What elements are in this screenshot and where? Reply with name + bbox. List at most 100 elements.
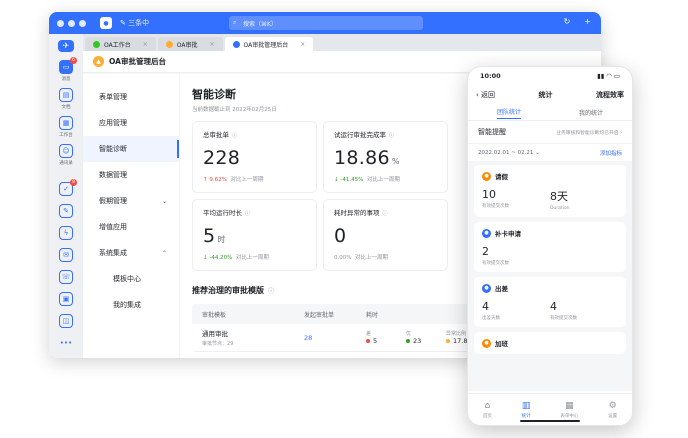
sidebar-item-calendar[interactable]: ▣ (52, 292, 80, 308)
tab-team-stats[interactable]: 团队统计 (496, 107, 521, 119)
metric-card-completion[interactable]: 试运行审批完成率 ⓘ 18.86% ↓ -41.45% 对比上一周期 (323, 121, 448, 193)
smart-reminder-row[interactable]: 智能提醒 业务审核和智能诊断均已开启 › (468, 121, 632, 143)
menu-label: 模板中心 (113, 275, 141, 283)
menu-item-forms[interactable]: 表单管理 (83, 84, 179, 110)
sidebar-item-flash[interactable]: ϟ (52, 226, 80, 242)
metric-change: ↓ -44.20% 对比上一周期 (203, 255, 269, 261)
tab-my-stats[interactable]: 我的统计 (579, 108, 603, 117)
search-icon: ⌕ (233, 19, 237, 26)
sidebar-item-more[interactable]: ••• (52, 336, 80, 352)
stage: ● ✎ 三条中 ⌕ 搜索（⌘K） ↻ + ✈ ▭ 6 消息 ▤ 文档 ▦ 工作台… (0, 0, 688, 438)
history-icon[interactable]: ↻ (564, 17, 571, 26)
stat-card-leave[interactable]: ● 请假 10 有效提交次数 8天 Duration (474, 165, 626, 217)
close-icon[interactable]: × (300, 41, 305, 48)
sidebar-item-app[interactable]: ◫ (52, 314, 80, 330)
sidebar-label: 通讯录 (59, 160, 73, 166)
chevron-up-icon: ⌃ (161, 249, 167, 257)
message-badge: 6 (70, 56, 77, 64)
phone-nav: ‹ 返回 统计 流程效率 (468, 85, 632, 105)
stat-card-punch[interactable]: ● 补卡申请 2 有效提交次数 (474, 222, 626, 272)
metric-card-total[interactable]: 总审批单 ⓘ 228 ↑ 9.62% 对比上一周期 (192, 121, 317, 193)
metric-change: ↓ -41.45% 对比上一周期 (334, 177, 400, 183)
chat-icon: ▭ 6 (59, 56, 77, 74)
menu-item-my-integrations[interactable]: 我的集成 (83, 292, 179, 318)
sidebar-item-phone[interactable]: ☏ (52, 270, 80, 286)
metric-value: 0 (334, 225, 347, 247)
tab-oa-admin[interactable]: OA审批管理后台 × (224, 37, 314, 51)
add-metric-link[interactable]: 添加指标 (600, 149, 622, 157)
sidebar-label: 消息 (61, 76, 71, 82)
menu-item-templates[interactable]: 模板中心 (83, 266, 179, 292)
trip-icon: ● (482, 283, 491, 293)
stat-card-overtime[interactable]: ● 加班 (474, 332, 626, 354)
sidebar-label: 工作台 (59, 132, 73, 138)
back-button[interactable]: ‹ 返回 (476, 90, 495, 100)
menu-item-diagnosis[interactable]: 智能诊断 (83, 136, 179, 162)
tab-icon (165, 40, 173, 48)
add-icon[interactable]: + (584, 17, 591, 26)
user-name: ✎ 三条中 (120, 19, 150, 27)
search-placeholder: 搜索（⌘K） (243, 20, 277, 28)
menu-item-data[interactable]: 数据管理 (83, 162, 179, 188)
more-icon: ••• (59, 339, 73, 347)
close-icon[interactable]: × (210, 41, 215, 48)
menu-item-apps[interactable]: 应用管理 (83, 110, 179, 136)
tab-icon (93, 40, 100, 48)
phone-title: 统计 (538, 91, 553, 99)
mobile-phone: 10:00 ▮▮ ◠ ▭ ‹ 返回 统计 流程效率 团队统计 我的统计 智能提醒… (467, 66, 633, 426)
tab-oa-workbench[interactable]: OA工作台 × (85, 37, 156, 51)
tab-oa-approval[interactable]: OA审批 × (157, 37, 223, 51)
app-icon: ◫ (59, 314, 73, 328)
menu-item-leave[interactable]: 假期管理 ⌄ (83, 188, 179, 214)
app-logo-icon: ✈ (58, 40, 74, 52)
tab-icon (232, 40, 240, 48)
efficiency-link[interactable]: 流程效率 (596, 90, 624, 100)
sidebar-item-approval[interactable]: ✓ 8 (52, 179, 80, 198)
sidebar-item-messages[interactable]: ▭ 6 消息 (52, 56, 80, 82)
avatar[interactable]: ● (100, 17, 112, 29)
bottom-tab-forms[interactable]: ▦ 表单中心 (560, 401, 578, 419)
home-indicator (520, 419, 580, 422)
close-dot[interactable] (57, 19, 64, 27)
sidebar-item-tasks[interactable]: ✎ (52, 204, 80, 220)
bottom-tab-stats[interactable]: ▥ 统计 (522, 401, 531, 419)
menu-label: 智能诊断 (99, 145, 127, 153)
col-template: 审批模板 (202, 311, 227, 319)
approval-icon: ✓ 8 (59, 179, 77, 196)
tab-label: OA审批 (176, 41, 198, 49)
col-count: 发起审批单 (304, 311, 335, 319)
home-icon: ⌂ (484, 400, 491, 411)
row-count-link[interactable]: 28 (304, 334, 366, 342)
menu-item-value-added[interactable]: 增值应用 (83, 214, 179, 240)
edit-icon: ✎ (59, 204, 73, 218)
maximize-dot[interactable] (79, 19, 86, 27)
stats-list: ● 请假 10 有效提交次数 8天 Duration ● 补卡申请 2 有效提交次数 ● 出… (468, 161, 632, 391)
tab-label: OA工作台 (104, 41, 131, 49)
stat-card-trip[interactable]: ● 出差 4 出差天数 4 有效提交次数 (474, 277, 626, 327)
mail-icon: ✉ (59, 248, 73, 262)
search-input[interactable]: ⌕ 搜索（⌘K） (229, 16, 423, 30)
row-template: 通用审批 审批节点：29 (192, 328, 304, 347)
phone-tabs: 团队统计 我的统计 (468, 105, 632, 121)
menu-item-integration[interactable]: 系统集成 ⌃ (83, 240, 179, 266)
status-icons: ▮▮ ◠ ▭ (597, 72, 620, 80)
sidebar-label: 文档 (61, 104, 71, 110)
sidebar-item-workbench[interactable]: ▦ 工作台 (52, 115, 80, 138)
menu-label: 我的集成 (113, 301, 141, 309)
menu-label: 表单管理 (99, 93, 127, 101)
side-menu: 表单管理 应用管理 智能诊断 数据管理 假期管理 ⌄ 增值应用 系统集成 ⌃ 模板中… (83, 74, 179, 358)
doc-icon: ▤ (59, 87, 73, 102)
bottom-tab-settings[interactable]: ⚙ 设置 (608, 401, 617, 419)
sidebar-item-mail[interactable]: ✉ (52, 248, 80, 264)
minimize-dot[interactable] (68, 19, 75, 27)
metric-card-anomalies[interactable]: 耗时异常的事项 ⓘ 0 0.00% 对比上一周期 (323, 199, 448, 271)
bottom-tab-home[interactable]: ⌂ 首页 (483, 401, 492, 419)
close-icon[interactable]: × (143, 41, 148, 48)
date-range[interactable]: 2022.02.01 ~ 02.21 ⌄ (478, 150, 540, 156)
flash-icon: ϟ (59, 226, 73, 240)
sidebar-item-contacts[interactable]: ☺ 通讯录 (52, 143, 80, 166)
menu-label: 假期管理 (99, 197, 127, 205)
metric-card-duration[interactable]: 平均运行时长 ⓘ 5时 ↓ -44.20% 对比上一周期 (192, 199, 317, 271)
overtime-icon: ● (482, 338, 491, 348)
sidebar-item-docs[interactable]: ▤ 文档 (52, 87, 80, 110)
